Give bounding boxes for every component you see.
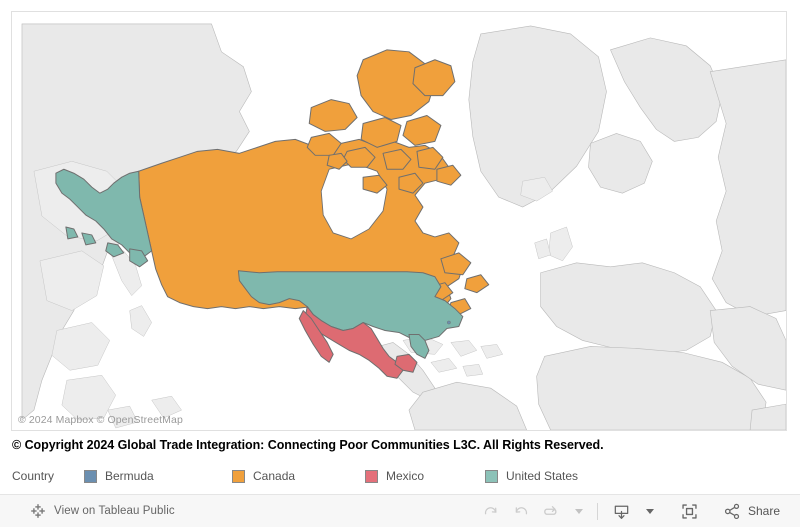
copyright-caption: © Copyright 2024 Global Trade Integratio… xyxy=(12,438,604,452)
download-dropdown[interactable] xyxy=(637,498,660,524)
tableau-logo-icon xyxy=(31,504,45,518)
undo-arrow-icon xyxy=(515,507,528,515)
reset-button[interactable] xyxy=(536,498,566,524)
map-canvas[interactable]: .bg { fill:#e9e9e9; stroke:#b9b9b9; stro… xyxy=(12,12,786,430)
legend-label-mexico: Mexico xyxy=(386,469,425,483)
legend-swatch-united-states xyxy=(485,469,498,483)
legend-swatch-bermuda xyxy=(84,469,97,483)
legend-item-united-states[interactable]: United States xyxy=(485,469,625,483)
chevron-down-icon xyxy=(574,508,583,514)
chevron-down-icon xyxy=(645,508,654,514)
toolbar-left-group: View on Tableau Public xyxy=(30,503,175,519)
legend-item-canada[interactable]: Canada xyxy=(232,469,365,483)
reset-dropdown[interactable] xyxy=(566,498,589,524)
legend-title: Country xyxy=(12,469,55,483)
redo-button[interactable] xyxy=(476,498,506,524)
legend-label-canada: Canada xyxy=(253,469,296,483)
bermuda-marker xyxy=(447,320,451,325)
map-attribution: © 2024 Mapbox © OpenStreetMap xyxy=(18,414,183,426)
tableau-viz-container: .bg { fill:#e9e9e9; stroke:#b9b9b9; stro… xyxy=(0,0,800,527)
legend-item-mexico[interactable]: Mexico xyxy=(365,469,485,483)
legend-swatch-mexico xyxy=(365,469,378,483)
toolbar-divider xyxy=(596,502,598,520)
share-label: Share xyxy=(747,504,780,518)
legend-item-bermuda[interactable]: Bermuda xyxy=(84,469,232,483)
undo-button[interactable] xyxy=(506,498,536,524)
legend-label-bermuda: Bermuda xyxy=(105,469,154,483)
view-on-tableau-public-link[interactable]: View on Tableau Public xyxy=(54,505,175,517)
viz-toolbar: View on Tableau Public Share xyxy=(0,494,800,527)
download-tray-icon xyxy=(614,505,629,519)
reset-loop-icon xyxy=(544,506,557,515)
redo-arrow-icon xyxy=(484,507,497,515)
legend-label-united-states: United States xyxy=(506,469,579,483)
country-legend: Country Bermuda Canada Mexico United Sta… xyxy=(12,466,625,486)
fullscreen-button[interactable] xyxy=(674,498,705,524)
share-nodes-icon xyxy=(724,503,740,519)
download-button[interactable] xyxy=(606,498,637,524)
toolbar-right-group: Share xyxy=(476,498,786,524)
fullscreen-icon xyxy=(682,503,697,519)
share-button[interactable]: Share xyxy=(717,498,786,524)
legend-swatch-canada xyxy=(232,469,245,483)
map-panel[interactable]: .bg { fill:#e9e9e9; stroke:#b9b9b9; stro… xyxy=(11,11,787,431)
